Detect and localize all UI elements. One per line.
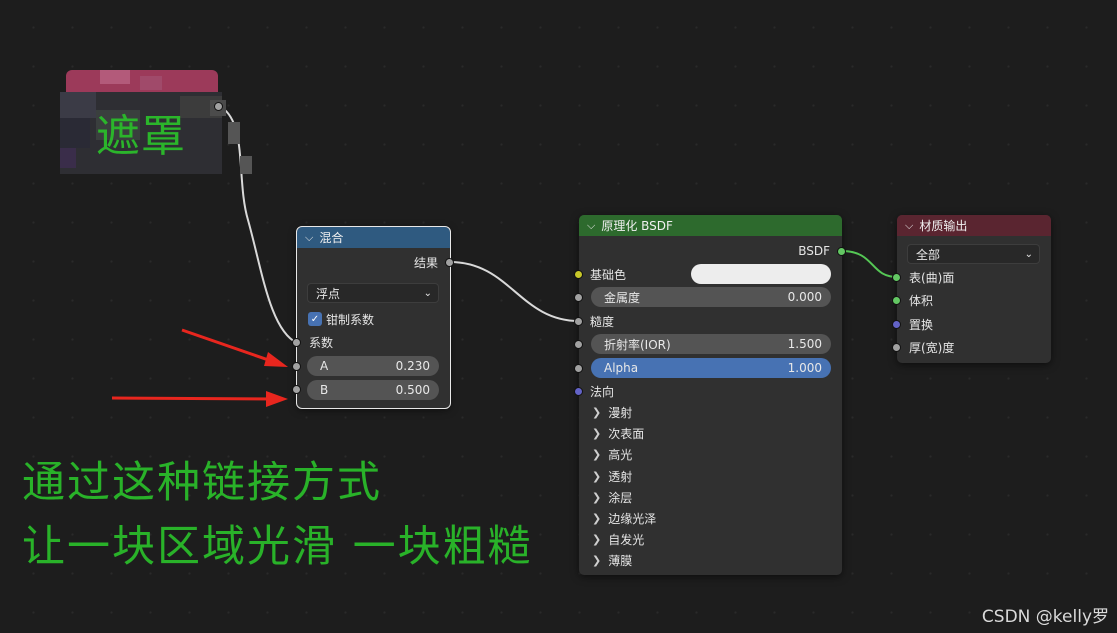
a-input-socket[interactable] — [292, 362, 301, 371]
chevron-right-icon: ❯ — [592, 511, 602, 525]
metallic-field[interactable]: 金属度 0.000 — [591, 287, 831, 307]
link-bsdf-to-surface — [841, 250, 898, 278]
output-node-header[interactable]: ⌵ 材质输出 — [897, 215, 1051, 236]
principled-bsdf-node[interactable]: ⌵ 原理化 BSDF BSDF 基础色 金属度 0.000 糙度 折射率(IOR… — [574, 215, 846, 575]
panel-specular-label: 高光 — [608, 447, 633, 462]
bsdf-node-header[interactable]: ⌵ 原理化 BSDF — [579, 215, 842, 236]
panel-transmission[interactable]: ❯ 透射 — [592, 466, 632, 486]
panel-diffuse-label: 漫射 — [608, 405, 633, 420]
chevron-right-icon: ❯ — [592, 553, 602, 567]
mix-result-socket[interactable] — [445, 258, 454, 267]
chevron-down-icon: ⌄ — [423, 287, 432, 299]
panel-subsurface[interactable]: ❯ 次表面 — [592, 423, 644, 443]
metallic-socket[interactable] — [574, 293, 583, 302]
metallic-value: 0.000 — [787, 290, 822, 304]
panel-emission[interactable]: ❯ 自发光 — [592, 529, 644, 549]
arrow-to-b-head — [266, 391, 288, 407]
ior-label: 折射率(IOR) — [604, 337, 671, 352]
clamp-factor-label: 钳制系数 — [326, 312, 375, 327]
panel-thin-film[interactable]: ❯ 薄膜 — [592, 550, 632, 570]
chevron-right-icon: ❯ — [592, 532, 602, 546]
chevron-down-icon: ⌄ — [1024, 248, 1033, 260]
base-color-socket[interactable] — [574, 270, 583, 279]
metallic-label: 金属度 — [604, 290, 641, 305]
panel-emission-label: 自发光 — [608, 532, 645, 547]
collapse-chevron-icon[interactable]: ⌵ — [305, 231, 313, 245]
surface-socket[interactable] — [892, 273, 901, 282]
alpha-value: 1.000 — [787, 361, 822, 375]
panel-diffuse[interactable]: ❯ 漫射 — [592, 402, 632, 422]
thickness-label: 厚(宽)度 — [909, 340, 955, 355]
mask-label: 遮罩 — [96, 111, 186, 162]
panel-thin-film-label: 薄膜 — [608, 553, 633, 568]
ior-field[interactable]: 折射率(IOR) 1.500 — [591, 334, 831, 354]
alpha-label: Alpha — [604, 361, 639, 375]
bsdf-node-title: 原理化 BSDF — [601, 219, 673, 233]
ior-value: 1.500 — [787, 337, 822, 351]
mix-node[interactable]: ⌵ 混合 结果 浮点 ⌄ ✓ 钳制系数 系数 A 0.230 B 0.500 — [292, 226, 454, 409]
b-value-field[interactable]: B 0.500 — [307, 380, 439, 400]
panel-coat-label: 涂层 — [608, 490, 633, 505]
annotation-line-2: 让一块区域光滑 一块粗糙 — [22, 522, 533, 572]
chevron-right-icon: ❯ — [592, 405, 602, 419]
collapse-chevron-icon[interactable]: ⌵ — [905, 219, 913, 233]
chevron-right-icon: ❯ — [592, 426, 602, 440]
chevron-right-icon: ❯ — [592, 490, 602, 504]
mix-node-title: 混合 — [319, 231, 344, 245]
normal-socket[interactable] — [574, 387, 583, 396]
bsdf-output-socket[interactable] — [837, 247, 846, 256]
roughness-label: 糙度 — [590, 314, 615, 329]
watermark: CSDN @kelly罗 — [981, 607, 1109, 627]
output-target-value: 全部 — [916, 247, 941, 262]
alpha-field[interactable]: Alpha 1.000 — [591, 358, 831, 378]
volume-label: 体积 — [909, 293, 934, 308]
roughness-socket[interactable] — [574, 317, 583, 326]
ior-socket[interactable] — [574, 340, 583, 349]
thickness-socket[interactable] — [892, 343, 901, 352]
panel-sheen-label: 边缘光泽 — [608, 511, 657, 526]
annotation-line-1: 通过这种链接方式 — [22, 458, 382, 508]
a-label: A — [320, 359, 329, 373]
b-input-socket[interactable] — [292, 385, 301, 394]
volume-socket[interactable] — [892, 296, 901, 305]
arrow-to-a — [181, 328, 281, 366]
b-label: B — [320, 383, 329, 397]
mask-output-socket[interactable] — [214, 102, 223, 111]
a-value-field[interactable]: A 0.230 — [307, 356, 439, 376]
clamp-factor-row[interactable]: ✓ 钳制系数 — [297, 309, 450, 329]
chevron-right-icon: ❯ — [592, 469, 602, 483]
factor-input-socket[interactable] — [292, 338, 301, 347]
mix-output-label: 结果 — [413, 255, 438, 270]
surface-label: 表(曲)面 — [909, 270, 955, 285]
bsdf-output-label: BSDF — [798, 244, 830, 258]
alpha-socket[interactable] — [574, 364, 583, 373]
mix-data-type-value: 浮点 — [316, 286, 341, 301]
clamp-factor-checkbox[interactable]: ✓ — [308, 312, 322, 326]
panel-subsurface-label: 次表面 — [608, 426, 645, 441]
arrow-to-b — [111, 396, 279, 401]
base-color-label: 基础色 — [590, 267, 627, 282]
output-node-title: 材质输出 — [919, 219, 968, 233]
material-output-node[interactable]: ⌵ 材质输出 全部 ⌄ 表(曲)面 体积 置换 厚(宽)度 — [892, 215, 1051, 363]
panel-specular[interactable]: ❯ 高光 — [592, 444, 632, 464]
factor-label: 系数 — [309, 335, 334, 350]
panel-coat[interactable]: ❯ 涂层 — [592, 487, 632, 507]
collapse-chevron-icon[interactable]: ⌵ — [587, 219, 595, 233]
displacement-socket[interactable] — [892, 320, 901, 329]
b-value: 0.500 — [395, 383, 430, 397]
panel-sheen[interactable]: ❯ 边缘光泽 — [592, 508, 656, 528]
output-target-dropdown[interactable]: 全部 ⌄ — [907, 244, 1040, 264]
mix-node-header[interactable]: ⌵ 混合 — [297, 227, 450, 248]
chevron-right-icon: ❯ — [592, 447, 602, 461]
a-value: 0.230 — [395, 359, 430, 373]
base-color-swatch[interactable] — [691, 264, 831, 284]
panel-transmission-label: 透射 — [608, 469, 633, 484]
displacement-label: 置换 — [909, 317, 934, 332]
normal-label: 法向 — [590, 384, 615, 399]
arrow-to-a-head — [264, 352, 288, 367]
link-result-to-roughness — [449, 261, 580, 322]
mix-data-type-dropdown[interactable]: 浮点 ⌄ — [307, 283, 439, 303]
